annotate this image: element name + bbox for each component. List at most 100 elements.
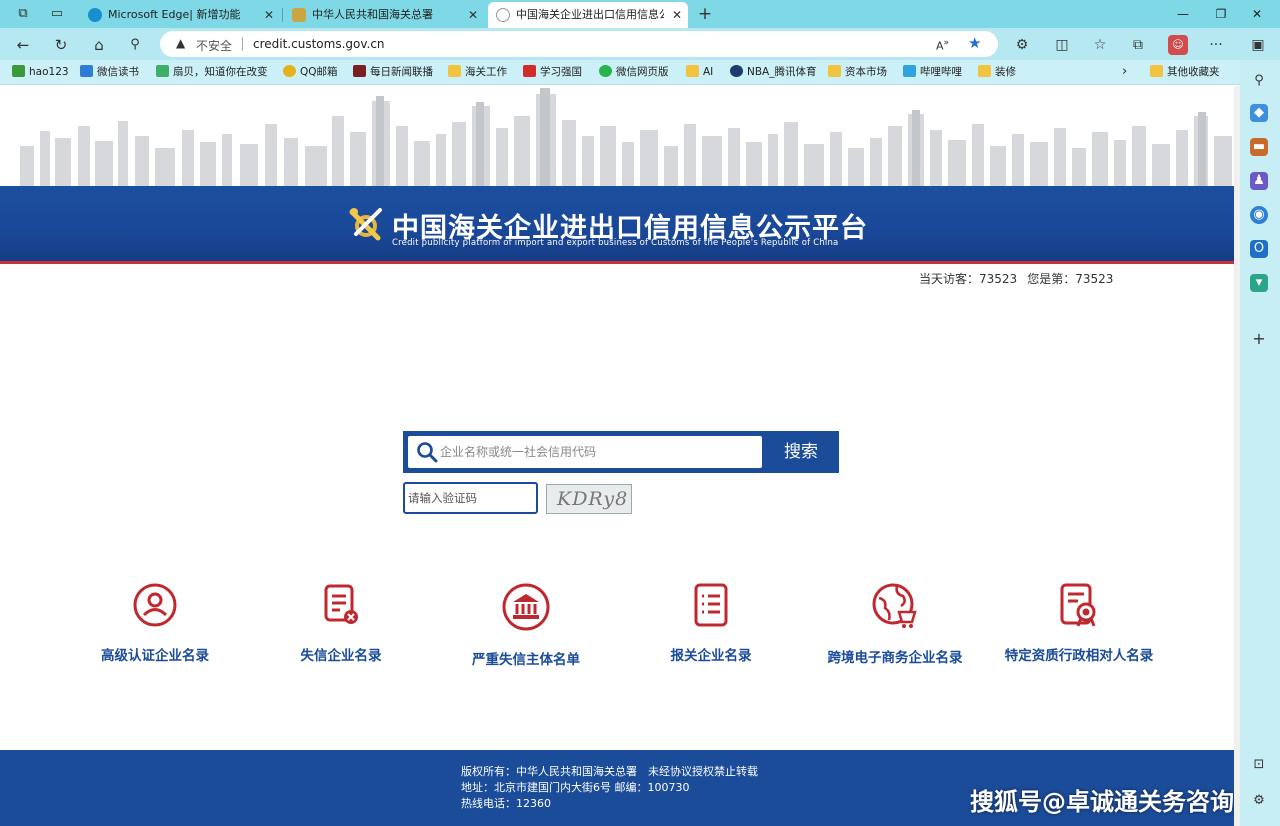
sidebar-toggle-icon[interactable]: ▣ (1248, 35, 1268, 55)
refresh-icon[interactable]: ↻ (50, 34, 72, 56)
bookmark-folder[interactable]: 资本市场 (828, 64, 887, 80)
close-window-button[interactable]: ✕ (1234, 0, 1280, 28)
today-visitors: 当天访客：73523 (919, 272, 1018, 286)
chevron-right-icon[interactable]: › (1122, 64, 1127, 80)
more-menu-icon[interactable]: ··· (1206, 35, 1226, 55)
tab-edge-new-features[interactable]: Microsoft Edge| 新增功能 ✕ (80, 2, 280, 28)
category-specific-qualification[interactable]: 特定资质行政相对人名录 (997, 582, 1161, 664)
add-icon[interactable]: + (1250, 330, 1268, 348)
folder-icon (828, 65, 841, 77)
workspaces-icon[interactable]: ⧉ (14, 5, 32, 23)
search-button[interactable]: 搜索 (763, 431, 839, 473)
close-tab-icon[interactable]: ✕ (672, 2, 682, 28)
close-tab-icon[interactable]: ✕ (468, 2, 478, 28)
bookmark-item[interactable]: 学习强国 (523, 64, 582, 80)
folder-icon (448, 65, 461, 77)
category-cross-border-ecommerce[interactable]: 跨境电子商务企业名录 (820, 582, 970, 666)
security-label[interactable]: 不安全 (196, 37, 232, 54)
tab-customs-gov[interactable]: 中华人民共和国海关总署 ✕ (284, 2, 484, 28)
category-serious-dishonest[interactable]: 严重失信主体名单 (466, 582, 586, 668)
sohu-watermark: 搜狐号@卓诚通关务咨询 (970, 788, 1234, 816)
book-icon (80, 65, 93, 77)
bookmark-item[interactable]: 每日新闻联播 (353, 64, 433, 80)
bookmark-item[interactable]: NBA_腾讯体育 (730, 64, 817, 80)
bookmark-item[interactable]: 微信读书 (80, 64, 139, 80)
category-label[interactable]: 高级认证企业名录 (94, 644, 216, 664)
discover-icon[interactable]: ◆ (1250, 104, 1268, 122)
bookmark-item[interactable]: 扇贝，知道你在改变 (156, 64, 268, 80)
search-field[interactable] (408, 436, 762, 468)
split-screen-icon[interactable]: ◫ (1052, 35, 1072, 55)
bookmark-label: 每日新闻联播 (370, 66, 433, 78)
customs-emblem-icon (349, 208, 382, 241)
screenshot-icon[interactable]: ⊡ (1250, 756, 1268, 774)
bookmarks-bar: hao123 微信读书 扇贝，知道你在改变 QQ邮箱 每日新闻联播 海关工作 学… (0, 60, 1240, 85)
new-tab-icon[interactable]: + (696, 5, 714, 23)
read-aloud-icon[interactable]: A» (936, 37, 949, 53)
bookmark-folder[interactable]: 海关工作 (448, 64, 507, 80)
bookmark-folder[interactable]: AI (686, 64, 713, 80)
bookmark-folder[interactable]: 其他收藏夹 (1150, 64, 1220, 80)
folder-icon (686, 65, 699, 77)
page-scrollbar[interactable] (1234, 86, 1240, 826)
category-customs-brokers[interactable]: 报关企业名录 (664, 582, 758, 664)
captcha-field[interactable] (403, 482, 538, 514)
captcha-input[interactable] (405, 484, 536, 512)
url-text[interactable]: credit.customs.gov.cn (253, 37, 385, 51)
bookmark-label: 哔哩哔哩 (920, 66, 962, 78)
category-label[interactable]: 特定资质行政相对人名录 (997, 644, 1161, 664)
category-label[interactable]: 严重失信主体名单 (466, 648, 586, 668)
tab-separator (282, 8, 283, 22)
web-page: 中国海关企业进出口信用信息公示平台 Credit publicity platf… (0, 86, 1240, 826)
favorite-star-icon[interactable]: ★ (968, 34, 981, 52)
category-label[interactable]: 报关企业名录 (664, 644, 758, 664)
list-icon (694, 583, 728, 627)
bookmark-item[interactable]: hao123 (12, 64, 69, 80)
bookmark-folder[interactable]: 装修 (978, 64, 1016, 80)
shopping-icon[interactable]: ▾ (1250, 274, 1268, 292)
warning-icon[interactable]: ▲ (176, 36, 185, 50)
close-tab-icon[interactable]: ✕ (264, 2, 274, 28)
bilibili-icon (903, 65, 916, 77)
games-icon[interactable]: ♟ (1250, 172, 1268, 190)
news-icon (353, 65, 366, 77)
category-label[interactable]: 失信企业名录 (294, 644, 388, 664)
category-label[interactable]: 跨境电子商务企业名录 (820, 646, 970, 666)
collections-icon[interactable]: ⧉ (1128, 35, 1148, 55)
bookmark-item[interactable]: QQ邮箱 (283, 64, 338, 80)
favorites-icon[interactable]: ☆ (1090, 35, 1110, 55)
footer-hotline: 热线电话：12360 (461, 797, 551, 810)
tab-actions-icon[interactable]: ▭ (48, 5, 66, 23)
search-icon[interactable]: ⚲ (1250, 72, 1268, 90)
outlook-icon[interactable]: O (1250, 240, 1268, 258)
hao123-icon (12, 65, 25, 77)
visitor-counter: 当天访客：73523 您是第：73523 (919, 270, 1123, 287)
navigation-bar: ← ↻ ⌂ ⚲ ▲ 不安全 credit.customs.gov.cn A» ★… (0, 28, 1280, 60)
tools-icon[interactable]: ▬ (1250, 138, 1268, 156)
tab-label: 中华人民共和国海关总署 (312, 8, 433, 21)
search-panel: 搜索 (403, 431, 839, 473)
microsoft365-icon[interactable]: ◉ (1250, 206, 1268, 224)
settings-gear-icon[interactable]: ⚙ (1250, 792, 1268, 810)
bookmark-item[interactable]: 微信网页版 (599, 64, 669, 80)
captcha-image[interactable]: KDRy8 (546, 484, 632, 514)
search-icon[interactable]: ⚲ (124, 34, 146, 56)
customs-emblem-icon (292, 8, 306, 22)
category-advanced-certified[interactable]: 高级认证企业名录 (94, 582, 216, 664)
address-bar[interactable]: ▲ 不安全 credit.customs.gov.cn A» ★ (160, 31, 998, 57)
extensions-icon[interactable]: ⚙ (1012, 35, 1032, 55)
bookmark-label: 其他收藏夹 (1167, 66, 1220, 78)
company-search-input[interactable] (440, 436, 756, 468)
category-dishonest-enterprises[interactable]: 失信企业名录 (294, 582, 388, 664)
bookmark-item[interactable]: 哔哩哔哩 (903, 64, 962, 80)
page-icon (496, 8, 510, 22)
tab-credit-platform[interactable]: 中国海关企业进出口信用信息公示平台 ✕ (488, 2, 688, 28)
folder-icon (978, 65, 991, 77)
back-icon[interactable]: ← (12, 34, 34, 56)
tab-label: 中国海关企业进出口信用信息公示平台 (516, 8, 664, 21)
visitor-rank: 您是第：73523 (1027, 272, 1114, 286)
home-icon[interactable]: ⌂ (88, 34, 110, 56)
edge-sidebar: ⚲ ◆ ▬ ♟ ◉ O ▾ + ⊡ ⚙ (1240, 60, 1280, 826)
profile-avatar[interactable]: ☺ (1168, 35, 1188, 55)
magnifier-icon (417, 442, 438, 463)
